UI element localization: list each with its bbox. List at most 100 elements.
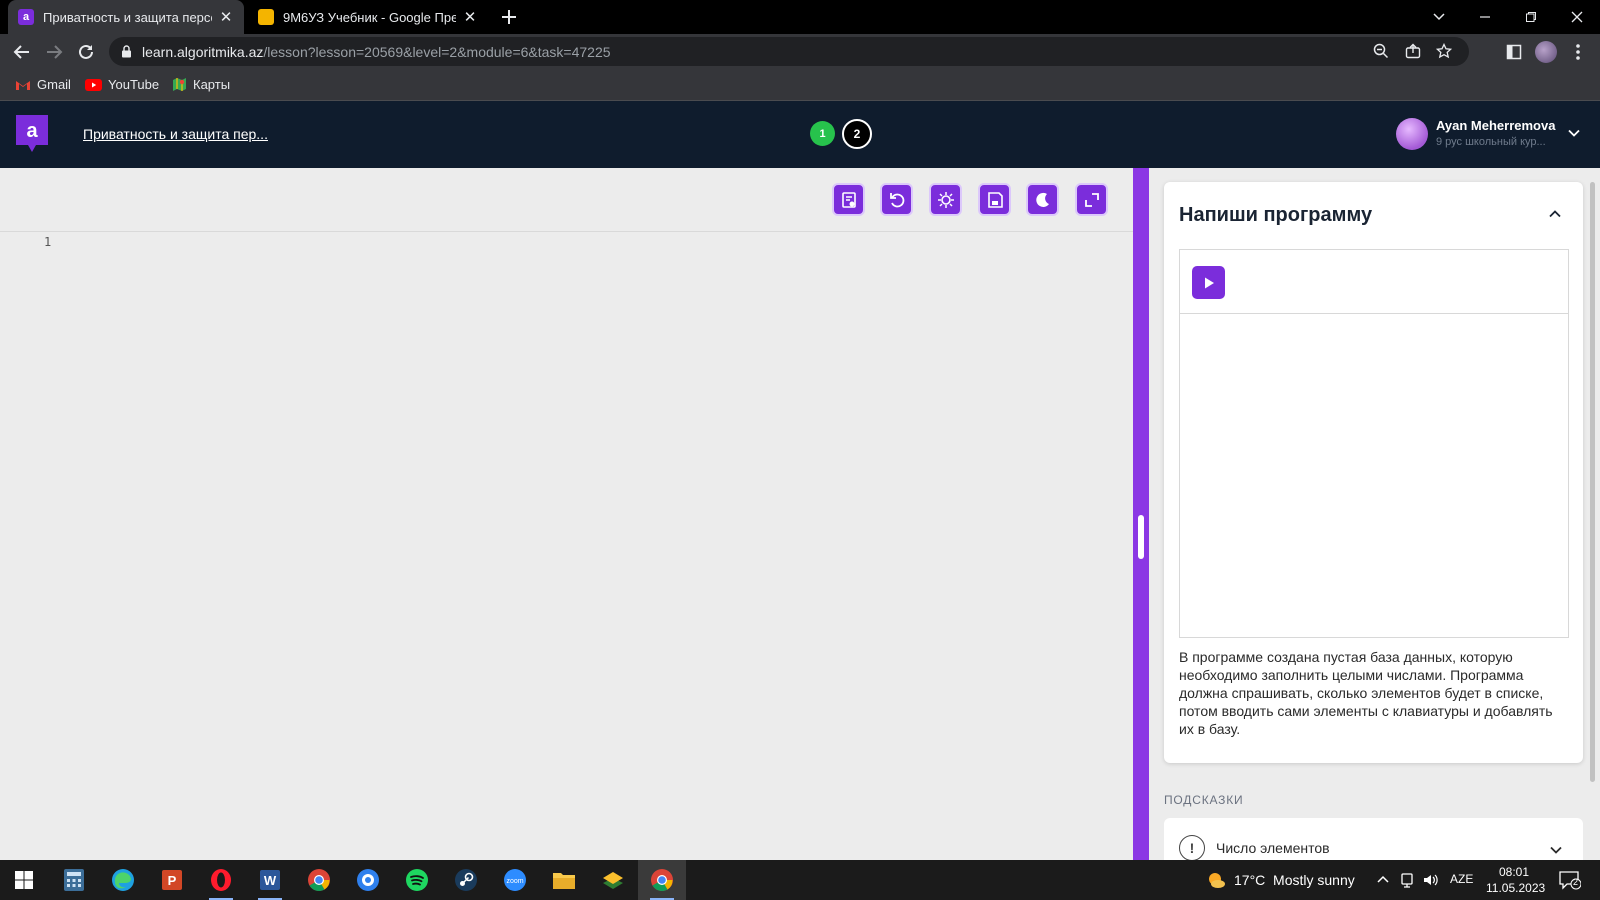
zoom-app-icon[interactable]: zoom — [491, 860, 539, 900]
step-1-badge[interactable]: 1 — [810, 121, 835, 146]
network-icon[interactable] — [1399, 871, 1415, 889]
windows-taskbar: P W zoom 17°C Mostly sunny AZE 08:01 11.… — [0, 860, 1600, 900]
restore-icon[interactable] — [1508, 0, 1554, 34]
run-button[interactable] — [1192, 266, 1225, 299]
chrome-icon[interactable] — [295, 860, 343, 900]
user-menu-chevron-icon[interactable] — [1566, 125, 1582, 141]
collapse-chevron-icon[interactable] — [1547, 206, 1563, 222]
svg-text:P: P — [168, 873, 177, 888]
youtube-icon — [85, 78, 102, 91]
program-output-area — [1179, 249, 1569, 638]
address-bar[interactable]: learn.algoritmika.az/lesson?lesson=20569… — [109, 37, 1469, 66]
language-indicator[interactable]: AZE — [1450, 872, 1473, 886]
expand-chevron-icon[interactable] — [1548, 842, 1564, 858]
output-toolbar — [1180, 250, 1568, 314]
browser-tab-strip: a Приватность и защита персона ✕ 9М6УЗ У… — [0, 0, 1600, 34]
bookmark-label: Карты — [193, 77, 231, 92]
bookmark-youtube[interactable]: YouTube — [85, 77, 159, 92]
notification-count: 2 — [1573, 877, 1579, 887]
tab-slides[interactable]: 9М6УЗ Учебник - Google Презе ✕ — [248, 0, 488, 34]
weather-text: 17°C Mostly sunny — [1234, 872, 1355, 888]
panel-resize-divider[interactable] — [1133, 168, 1149, 860]
resize-handle[interactable] — [1138, 515, 1144, 559]
lesson-title-link[interactable]: Приватность и защита пер... — [83, 126, 268, 142]
zoom-icon[interactable] — [1373, 43, 1389, 59]
powerpoint-icon[interactable]: P — [148, 860, 196, 900]
word-icon[interactable]: W — [246, 860, 294, 900]
reset-icon[interactable] — [880, 183, 913, 216]
profile-avatar[interactable] — [1534, 40, 1558, 64]
svg-text:zoom: zoom — [506, 878, 523, 885]
tab-close-icon[interactable]: ✕ — [462, 8, 478, 26]
tab-title: Приватность и защита персона — [43, 9, 212, 25]
bookmark-gmail[interactable]: Gmail — [15, 77, 71, 92]
minimize-icon[interactable] — [1462, 0, 1508, 34]
browser-toolbar: learn.algoritmika.az/lesson?lesson=20569… — [0, 34, 1600, 69]
weather-widget[interactable]: 17°C Mostly sunny — [1206, 871, 1355, 889]
lock-icon — [121, 45, 132, 58]
forward-icon[interactable] — [42, 40, 66, 64]
teamviewer-icon[interactable] — [344, 860, 392, 900]
clock-date: 11.05.2023 — [1486, 881, 1546, 895]
user-name[interactable]: Ayan Meherremova — [1436, 118, 1555, 133]
reload-icon[interactable] — [74, 40, 98, 64]
user-course: 9 рус школьный кур... — [1436, 136, 1546, 148]
task-title: Напиши программу — [1179, 204, 1373, 226]
hint-item[interactable]: ! Число элементов — [1164, 818, 1583, 860]
file-explorer-icon[interactable] — [540, 860, 588, 900]
chrome-active-icon[interactable] — [638, 860, 686, 900]
app-header: a Приватность и защита пер... 1 2 Ayan M… — [0, 101, 1600, 168]
bookmark-maps[interactable]: Карты — [172, 77, 230, 92]
tab-privacy[interactable]: a Приватность и защита персона ✕ — [8, 0, 244, 34]
exclamation-icon: ! — [1179, 835, 1205, 860]
gmail-icon — [15, 79, 31, 91]
fullscreen-icon[interactable] — [1075, 183, 1108, 216]
volume-icon[interactable] — [1422, 871, 1440, 889]
clock-time: 08:01 — [1498, 865, 1530, 879]
windows-start-icon[interactable] — [0, 860, 48, 900]
bookmarks-bar: Gmail YouTube Карты — [0, 69, 1600, 101]
bookmark-star-icon[interactable] — [1436, 43, 1452, 59]
spotify-icon[interactable] — [393, 860, 441, 900]
share-icon[interactable] — [1405, 43, 1421, 59]
step-2-badge[interactable]: 2 — [842, 119, 872, 149]
google-slides-icon — [258, 9, 274, 25]
code-editor[interactable]: 1 — [0, 168, 1133, 860]
app-layers-icon[interactable] — [589, 860, 637, 900]
bookmark-label: Gmail — [37, 77, 71, 92]
debug-icon[interactable] — [929, 183, 962, 216]
steam-icon[interactable] — [442, 860, 490, 900]
editor-toolbar — [0, 168, 1133, 232]
notification-center-icon[interactable]: 2 — [1559, 870, 1581, 890]
more-menu-icon[interactable] — [1566, 40, 1590, 64]
hints-heading: ПОДСКАЗКИ — [1164, 793, 1244, 807]
svg-text:W: W — [264, 873, 277, 888]
side-panel-icon[interactable] — [1502, 40, 1526, 64]
line-number: 1 — [44, 235, 52, 249]
new-tab-plus-icon[interactable] — [498, 6, 520, 28]
hint-title: Число элементов — [1216, 840, 1330, 856]
close-window-icon[interactable] — [1554, 0, 1600, 34]
opera-icon[interactable] — [197, 860, 245, 900]
algoritmika-favicon-icon: a — [18, 9, 34, 25]
scrollbar-thumb[interactable] — [1590, 182, 1595, 782]
algoritmika-logo-icon[interactable]: a — [16, 115, 48, 153]
dark-mode-icon[interactable] — [1026, 183, 1059, 216]
tab-close-icon[interactable]: ✕ — [218, 8, 234, 26]
dictionary-icon[interactable] — [832, 183, 865, 216]
clock[interactable]: 08:01 11.05.2023 — [1486, 864, 1546, 896]
url-text: learn.algoritmika.az/lesson?lesson=20569… — [142, 44, 611, 60]
panel-scrollbar[interactable] — [1590, 176, 1595, 858]
tray-overflow-chevron-icon[interactable] — [1376, 873, 1390, 887]
calculator-icon[interactable] — [50, 860, 98, 900]
bookmark-label: YouTube — [108, 77, 160, 92]
user-avatar[interactable] — [1396, 118, 1428, 150]
task-panel: Напиши программу В программе создана пус… — [1149, 168, 1600, 860]
save-icon[interactable] — [978, 183, 1011, 216]
back-icon[interactable] — [10, 40, 34, 64]
tab-search-chevron-icon[interactable] — [1416, 0, 1462, 34]
svg-text:a: a — [26, 120, 38, 142]
edge-icon[interactable] — [99, 860, 147, 900]
task-card: Напиши программу В программе создана пус… — [1164, 182, 1583, 763]
task-description: В программе создана пустая база данных, … — [1179, 649, 1553, 737]
